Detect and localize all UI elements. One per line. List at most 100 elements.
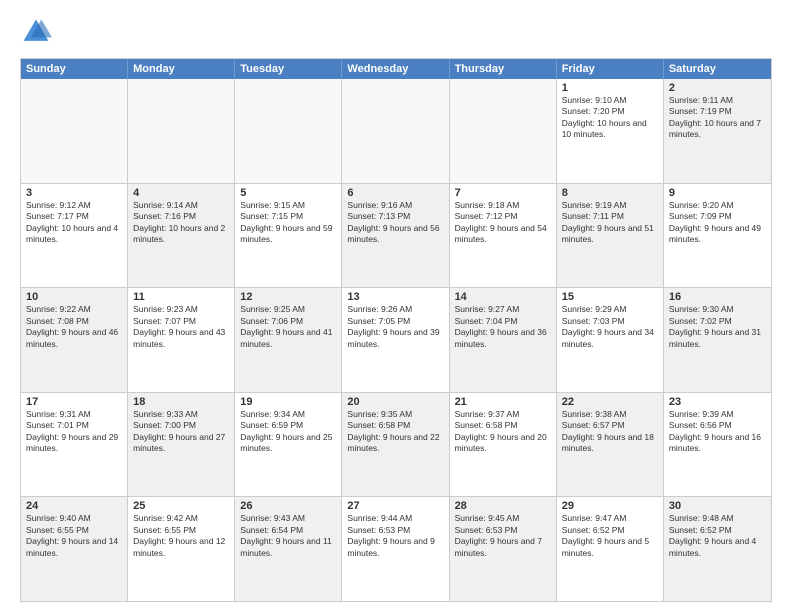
day-cell-25: 25Sunrise: 9:42 AM Sunset: 6:55 PM Dayli…: [128, 497, 235, 601]
calendar-row-3: 10Sunrise: 9:22 AM Sunset: 7:08 PM Dayli…: [21, 287, 771, 392]
day-number: 7: [455, 187, 551, 199]
day-cell-12: 12Sunrise: 9:25 AM Sunset: 7:06 PM Dayli…: [235, 288, 342, 392]
day-cell-22: 22Sunrise: 9:38 AM Sunset: 6:57 PM Dayli…: [557, 393, 664, 497]
day-cell-27: 27Sunrise: 9:44 AM Sunset: 6:53 PM Dayli…: [342, 497, 449, 601]
day-number: 20: [347, 396, 443, 408]
day-number: 5: [240, 187, 336, 199]
day-number: 19: [240, 396, 336, 408]
day-info: Sunrise: 9:40 AM Sunset: 6:55 PM Dayligh…: [26, 513, 122, 559]
calendar-row-2: 3Sunrise: 9:12 AM Sunset: 7:17 PM Daylig…: [21, 183, 771, 288]
day-info: Sunrise: 9:20 AM Sunset: 7:09 PM Dayligh…: [669, 200, 766, 246]
day-info: Sunrise: 9:25 AM Sunset: 7:06 PM Dayligh…: [240, 304, 336, 350]
day-info: Sunrise: 9:29 AM Sunset: 7:03 PM Dayligh…: [562, 304, 658, 350]
calendar-row-1: 1Sunrise: 9:10 AM Sunset: 7:20 PM Daylig…: [21, 79, 771, 183]
day-info: Sunrise: 9:38 AM Sunset: 6:57 PM Dayligh…: [562, 409, 658, 455]
day-cell-15: 15Sunrise: 9:29 AM Sunset: 7:03 PM Dayli…: [557, 288, 664, 392]
day-number: 22: [562, 396, 658, 408]
day-info: Sunrise: 9:44 AM Sunset: 6:53 PM Dayligh…: [347, 513, 443, 559]
day-cell-13: 13Sunrise: 9:26 AM Sunset: 7:05 PM Dayli…: [342, 288, 449, 392]
day-cell-10: 10Sunrise: 9:22 AM Sunset: 7:08 PM Dayli…: [21, 288, 128, 392]
header-day-sunday: Sunday: [21, 59, 128, 79]
header-day-friday: Friday: [557, 59, 664, 79]
day-info: Sunrise: 9:16 AM Sunset: 7:13 PM Dayligh…: [347, 200, 443, 246]
day-cell-11: 11Sunrise: 9:23 AM Sunset: 7:07 PM Dayli…: [128, 288, 235, 392]
day-info: Sunrise: 9:34 AM Sunset: 6:59 PM Dayligh…: [240, 409, 336, 455]
day-info: Sunrise: 9:39 AM Sunset: 6:56 PM Dayligh…: [669, 409, 766, 455]
day-number: 9: [669, 187, 766, 199]
day-number: 26: [240, 500, 336, 512]
calendar-row-4: 17Sunrise: 9:31 AM Sunset: 7:01 PM Dayli…: [21, 392, 771, 497]
day-info: Sunrise: 9:37 AM Sunset: 6:58 PM Dayligh…: [455, 409, 551, 455]
day-info: Sunrise: 9:31 AM Sunset: 7:01 PM Dayligh…: [26, 409, 122, 455]
header-day-thursday: Thursday: [450, 59, 557, 79]
day-info: Sunrise: 9:42 AM Sunset: 6:55 PM Dayligh…: [133, 513, 229, 559]
header-day-saturday: Saturday: [664, 59, 771, 79]
day-number: 14: [455, 291, 551, 303]
day-cell-16: 16Sunrise: 9:30 AM Sunset: 7:02 PM Dayli…: [664, 288, 771, 392]
day-info: Sunrise: 9:30 AM Sunset: 7:02 PM Dayligh…: [669, 304, 766, 350]
day-number: 10: [26, 291, 122, 303]
empty-cell: [342, 79, 449, 183]
day-cell-6: 6Sunrise: 9:16 AM Sunset: 7:13 PM Daylig…: [342, 184, 449, 288]
day-cell-20: 20Sunrise: 9:35 AM Sunset: 6:58 PM Dayli…: [342, 393, 449, 497]
calendar-header: SundayMondayTuesdayWednesdayThursdayFrid…: [21, 59, 771, 79]
day-number: 15: [562, 291, 658, 303]
day-number: 8: [562, 187, 658, 199]
empty-cell: [450, 79, 557, 183]
day-info: Sunrise: 9:19 AM Sunset: 7:11 PM Dayligh…: [562, 200, 658, 246]
day-info: Sunrise: 9:26 AM Sunset: 7:05 PM Dayligh…: [347, 304, 443, 350]
page-header: [20, 16, 772, 48]
day-info: Sunrise: 9:18 AM Sunset: 7:12 PM Dayligh…: [455, 200, 551, 246]
header-day-tuesday: Tuesday: [235, 59, 342, 79]
calendar-row-5: 24Sunrise: 9:40 AM Sunset: 6:55 PM Dayli…: [21, 496, 771, 601]
day-cell-14: 14Sunrise: 9:27 AM Sunset: 7:04 PM Dayli…: [450, 288, 557, 392]
day-cell-26: 26Sunrise: 9:43 AM Sunset: 6:54 PM Dayli…: [235, 497, 342, 601]
day-cell-7: 7Sunrise: 9:18 AM Sunset: 7:12 PM Daylig…: [450, 184, 557, 288]
header-day-wednesday: Wednesday: [342, 59, 449, 79]
day-info: Sunrise: 9:47 AM Sunset: 6:52 PM Dayligh…: [562, 513, 658, 559]
day-info: Sunrise: 9:22 AM Sunset: 7:08 PM Dayligh…: [26, 304, 122, 350]
day-number: 16: [669, 291, 766, 303]
day-info: Sunrise: 9:10 AM Sunset: 7:20 PM Dayligh…: [562, 95, 658, 141]
day-number: 18: [133, 396, 229, 408]
day-cell-17: 17Sunrise: 9:31 AM Sunset: 7:01 PM Dayli…: [21, 393, 128, 497]
day-cell-19: 19Sunrise: 9:34 AM Sunset: 6:59 PM Dayli…: [235, 393, 342, 497]
day-cell-2: 2Sunrise: 9:11 AM Sunset: 7:19 PM Daylig…: [664, 79, 771, 183]
day-cell-3: 3Sunrise: 9:12 AM Sunset: 7:17 PM Daylig…: [21, 184, 128, 288]
day-number: 13: [347, 291, 443, 303]
day-number: 24: [26, 500, 122, 512]
day-cell-29: 29Sunrise: 9:47 AM Sunset: 6:52 PM Dayli…: [557, 497, 664, 601]
day-cell-21: 21Sunrise: 9:37 AM Sunset: 6:58 PM Dayli…: [450, 393, 557, 497]
empty-cell: [128, 79, 235, 183]
day-number: 17: [26, 396, 122, 408]
day-number: 2: [669, 82, 766, 94]
day-cell-5: 5Sunrise: 9:15 AM Sunset: 7:15 PM Daylig…: [235, 184, 342, 288]
calendar-body: 1Sunrise: 9:10 AM Sunset: 7:20 PM Daylig…: [21, 79, 771, 601]
empty-cell: [235, 79, 342, 183]
logo-icon: [20, 16, 52, 48]
day-number: 28: [455, 500, 551, 512]
day-number: 12: [240, 291, 336, 303]
day-cell-4: 4Sunrise: 9:14 AM Sunset: 7:16 PM Daylig…: [128, 184, 235, 288]
logo: [20, 16, 58, 48]
day-cell-24: 24Sunrise: 9:40 AM Sunset: 6:55 PM Dayli…: [21, 497, 128, 601]
day-number: 3: [26, 187, 122, 199]
empty-cell: [21, 79, 128, 183]
day-info: Sunrise: 9:33 AM Sunset: 7:00 PM Dayligh…: [133, 409, 229, 455]
day-info: Sunrise: 9:14 AM Sunset: 7:16 PM Dayligh…: [133, 200, 229, 246]
day-info: Sunrise: 9:11 AM Sunset: 7:19 PM Dayligh…: [669, 95, 766, 141]
day-number: 1: [562, 82, 658, 94]
day-info: Sunrise: 9:23 AM Sunset: 7:07 PM Dayligh…: [133, 304, 229, 350]
day-number: 6: [347, 187, 443, 199]
day-info: Sunrise: 9:12 AM Sunset: 7:17 PM Dayligh…: [26, 200, 122, 246]
day-info: Sunrise: 9:48 AM Sunset: 6:52 PM Dayligh…: [669, 513, 766, 559]
day-info: Sunrise: 9:35 AM Sunset: 6:58 PM Dayligh…: [347, 409, 443, 455]
day-number: 23: [669, 396, 766, 408]
day-number: 21: [455, 396, 551, 408]
day-cell-9: 9Sunrise: 9:20 AM Sunset: 7:09 PM Daylig…: [664, 184, 771, 288]
day-info: Sunrise: 9:27 AM Sunset: 7:04 PM Dayligh…: [455, 304, 551, 350]
day-cell-18: 18Sunrise: 9:33 AM Sunset: 7:00 PM Dayli…: [128, 393, 235, 497]
calendar: SundayMondayTuesdayWednesdayThursdayFrid…: [20, 58, 772, 602]
day-number: 4: [133, 187, 229, 199]
day-info: Sunrise: 9:15 AM Sunset: 7:15 PM Dayligh…: [240, 200, 336, 246]
